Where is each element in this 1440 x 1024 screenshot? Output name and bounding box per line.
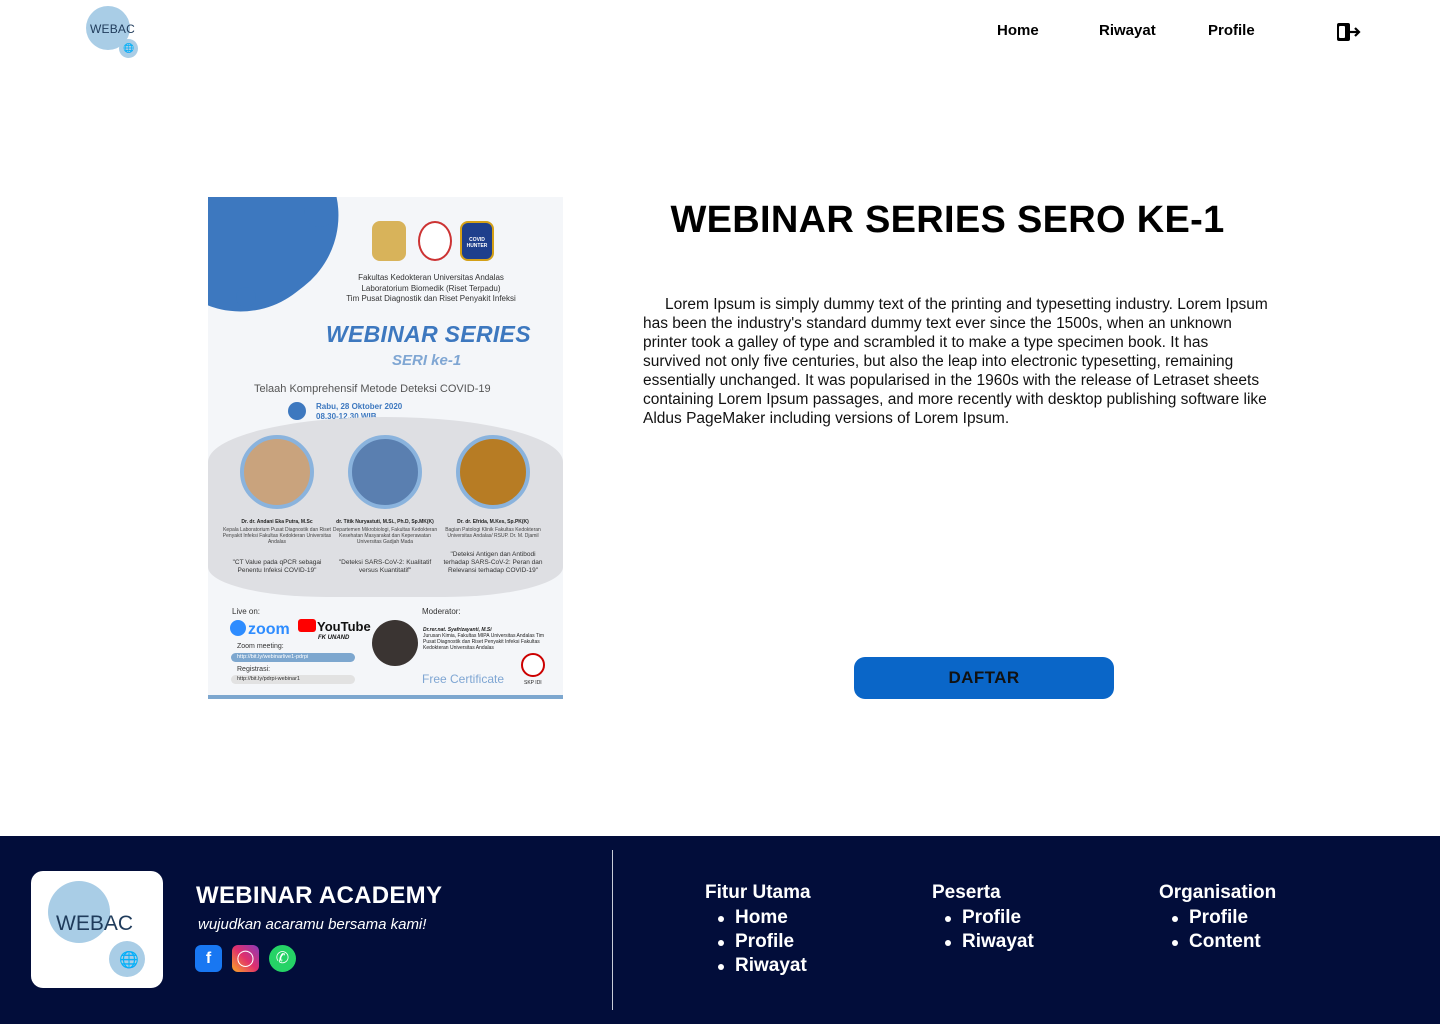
footer-brand-name: WEBINAR ACADEMY	[196, 882, 443, 909]
skp-idi-logo	[521, 653, 545, 677]
speaker-photo	[456, 435, 530, 509]
footer-link-list: Home Profile Riwayat	[705, 906, 811, 978]
footer-link-profile[interactable]: Profile	[1159, 906, 1276, 930]
speaker-name: Dr. dr. Efrida, M.Kes, Sp.PK(K)	[457, 519, 529, 525]
poster-institutions: Fakultas Kedokteran Universitas Andalas …	[346, 273, 516, 303]
footer-link-list: Profile Riwayat	[932, 906, 1034, 954]
daftar-button[interactable]: DAFTAR	[854, 657, 1114, 699]
webinar-title: WEBINAR SERIES SERO KE-1	[670, 199, 1225, 241]
footer-link-profile[interactable]: Profile	[932, 906, 1034, 930]
nav-riwayat[interactable]: Riwayat	[1099, 22, 1156, 39]
whatsapp-icon[interactable]: ✆	[269, 945, 296, 972]
skp-idi-text: SKP IDI	[524, 680, 542, 686]
youtube-text: YouTube	[317, 619, 371, 634]
speaker-photo	[240, 435, 314, 509]
poster-subheadline: SERI ke-1	[392, 352, 462, 369]
zoom-link: http://bit.ly/webinarlive1-pdrpi	[231, 653, 355, 662]
page: WEBAC 🌐 Home Riwayat Profile COVID HUNTE…	[0, 0, 1440, 1024]
youtube-channel: FK UNAND	[318, 635, 350, 641]
footer-link-content[interactable]: Content	[1159, 930, 1276, 954]
speaker-name: dr. Titik Nuryastuti, M.Si., Ph.D, Sp.MK…	[336, 519, 434, 525]
footer-column-fitur-utama: Fitur Utama Home Profile Riwayat	[705, 882, 811, 978]
footer: WEBAC 🌐 WEBINAR ACADEMY wujudkan acaramu…	[0, 836, 1440, 1024]
moderator-label: Moderator:	[422, 607, 461, 616]
facebook-icon[interactable]: f	[195, 945, 222, 972]
footer-link-riwayat[interactable]: Riwayat	[705, 954, 811, 978]
footer-logo: WEBAC 🌐	[31, 871, 163, 988]
header-logo[interactable]: WEBAC 🌐	[86, 6, 140, 58]
moderator-desc: Jurusan Kimia, Fakultas MIPA Universitas…	[423, 633, 545, 651]
footer-link-riwayat[interactable]: Riwayat	[932, 930, 1034, 954]
registration-link: http://bit.ly/pdrpi-webinar1	[231, 675, 355, 684]
live-on-label: Live on:	[232, 607, 261, 616]
webinar-description: Lorem Ipsum is simply dummy text of the …	[643, 296, 1268, 427]
speaker-name: Dr. dr. Andani Eka Putra, M.Sc	[241, 519, 313, 525]
zoom-icon	[230, 620, 246, 636]
footer-logo-text: WEBAC	[56, 912, 134, 935]
zoom-text: zoom	[248, 621, 290, 638]
virus-icon	[236, 287, 256, 307]
poster-date-day: Rabu, 28 Oktober 2020	[316, 402, 403, 411]
nav-profile[interactable]: Profile	[1208, 22, 1255, 39]
zoom-logo: zoom	[230, 620, 290, 639]
unand-logo	[372, 221, 406, 261]
moderator-info: Dr.rer.nat. Syafrizayanti, M.Si Jurusan …	[423, 627, 553, 651]
globe-icon: 🌐	[119, 952, 139, 969]
virus-icon	[288, 402, 306, 420]
lab-logo	[418, 221, 452, 261]
nav-home[interactable]: Home	[997, 22, 1039, 39]
youtube-icon	[298, 619, 316, 632]
free-certificate: Free Certificate	[422, 672, 505, 686]
speaker-photo	[348, 435, 422, 509]
covid-hunter-logo: COVID HUNTER	[460, 221, 494, 261]
poster-headline: WEBINAR SERIES	[326, 321, 531, 347]
footer-column-organisation: Organisation Profile Content	[1159, 882, 1276, 954]
instagram-icon[interactable]: ◯	[232, 945, 259, 972]
moderator-photo	[372, 620, 418, 666]
speaker-affiliation: Departemen Mikrobiologi, Fakultas Kedokt…	[332, 527, 438, 545]
globe-icon: 🌐	[123, 43, 135, 53]
footer-column-title: Organisation	[1159, 882, 1277, 903]
speaker-topic: "CT Value pada qPCR sebagai Penentu Infe…	[232, 559, 322, 574]
footer-column-title: Peserta	[932, 882, 1001, 903]
footer-column-title: Fitur Utama	[705, 882, 811, 903]
speaker-topic: "Deteksi Antigen dan Antibodi terhadap S…	[443, 551, 543, 574]
speaker-topic: "Deteksi SARS-CoV-2: Kualitatif versus K…	[338, 559, 432, 574]
footer-divider	[612, 850, 613, 1010]
speaker-affiliation: Kepala Laboratorium Pusat Diagnostik dan…	[222, 527, 332, 545]
logo-text: WEBAC	[90, 22, 136, 36]
footer-link-list: Profile Content	[1159, 906, 1276, 954]
footer-column-peserta: Peserta Profile Riwayat	[932, 882, 1034, 954]
footer-tagline: wujudkan acaramu bersama kami!	[198, 916, 427, 933]
youtube-logo: YouTube	[298, 619, 371, 634]
poster-theme: Telaah Komprehensif Metode Deteksi COVID…	[254, 383, 491, 395]
footer-link-home[interactable]: Home	[705, 906, 811, 930]
footer-link-profile[interactable]: Profile	[705, 930, 811, 954]
registration-label: Registrasi:	[237, 666, 271, 673]
speaker-affiliation: Bagian Patologi Klinik Fakultas Kedokter…	[445, 527, 541, 539]
webinar-poster: COVID HUNTER Fakultas Kedokteran Univers…	[208, 197, 563, 699]
zoom-meeting-label: Zoom meeting:	[237, 643, 284, 650]
logout-icon[interactable]	[1336, 22, 1362, 42]
